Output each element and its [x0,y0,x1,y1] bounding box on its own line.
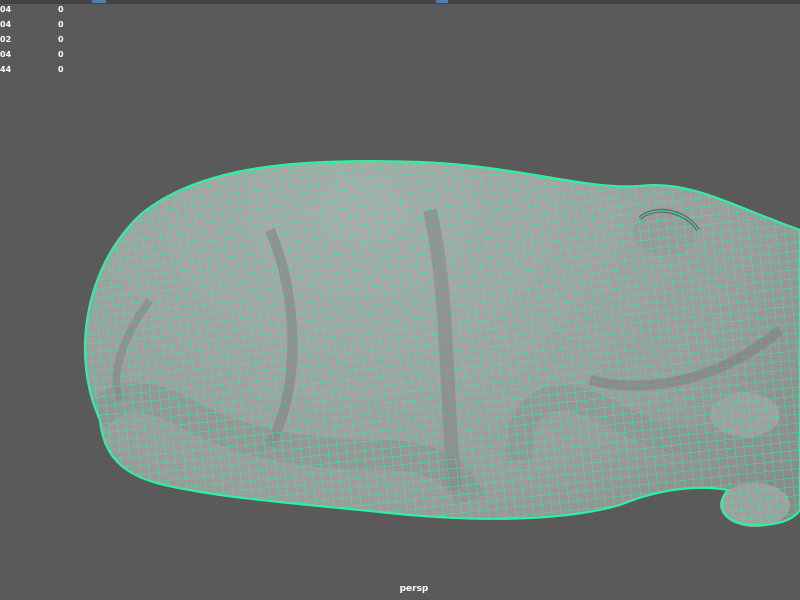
hud-row: 44 0 [0,62,78,77]
camera-label-container: persp [0,584,800,594]
hud-stat-selected: 0 [58,20,64,29]
camera-name-label: persp [399,584,429,594]
hud-row: 04 0 [0,2,78,17]
hud-stat-value: 04 [0,20,12,29]
hud-stat-value: 02 [0,35,12,44]
heads-up-display: 04 0 04 0 02 0 04 0 44 0 [0,2,78,77]
hud-row: 02 0 [0,32,78,47]
hud-stat-selected: 0 [58,5,64,14]
hud-stat-value: 44 [0,65,12,74]
mesh-body[interactable] [0,0,800,600]
hud-stat-value: 04 [0,50,12,59]
frog-model-icon[interactable] [0,0,800,600]
hud-row: 04 0 [0,47,78,62]
hud-stat-selected: 0 [58,50,64,59]
hud-stat-value: 04 [0,5,12,14]
hud-stat-selected: 0 [58,35,64,44]
3d-viewport[interactable]: 04 0 04 0 02 0 04 0 44 0 persp [0,0,800,600]
hud-stat-selected: 0 [58,65,64,74]
hud-row: 04 0 [0,17,78,32]
